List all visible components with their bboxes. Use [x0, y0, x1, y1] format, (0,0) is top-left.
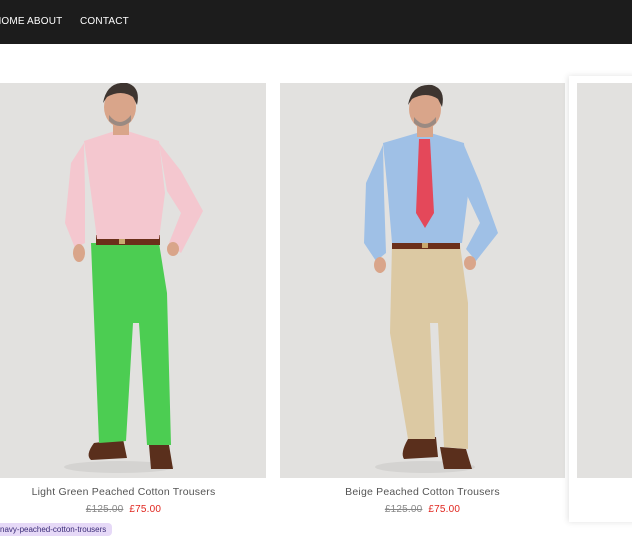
product-price: £125.00 £75.00 [0, 504, 266, 515]
original-price: £125.00 [384, 504, 423, 515]
nav-home-link[interactable]: HOME [0, 16, 25, 27]
nav-about-link[interactable]: ABOUT [27, 16, 62, 27]
top-navigation-bar: HOME ABOUT CONTACT [0, 0, 632, 44]
original-price: £125.00 [85, 504, 124, 515]
model-photo-illustration [64, 83, 203, 473]
sale-price: £75.00 [129, 504, 162, 515]
product-image-partial[interactable] [577, 83, 632, 478]
product-card-light-green[interactable]: Light Green Peached Cotton Trousers £125… [0, 83, 266, 515]
status-url-tooltip: navy-peached-cotton-trousers [0, 523, 113, 536]
nav-contact-link[interactable]: CONTACT [80, 16, 129, 27]
product-price: £125.00 £75.00 [280, 504, 565, 515]
product-image[interactable] [0, 83, 266, 478]
product-title[interactable]: Beige Peached Cotton Trousers [280, 486, 565, 498]
model-photo-illustration [364, 84, 498, 473]
product-image[interactable] [280, 83, 565, 478]
sale-price: £75.00 [428, 504, 461, 515]
product-card-beige[interactable]: Beige Peached Cotton Trousers £125.00 £7… [280, 83, 565, 515]
product-title[interactable]: Light Green Peached Cotton Trousers [0, 486, 266, 498]
